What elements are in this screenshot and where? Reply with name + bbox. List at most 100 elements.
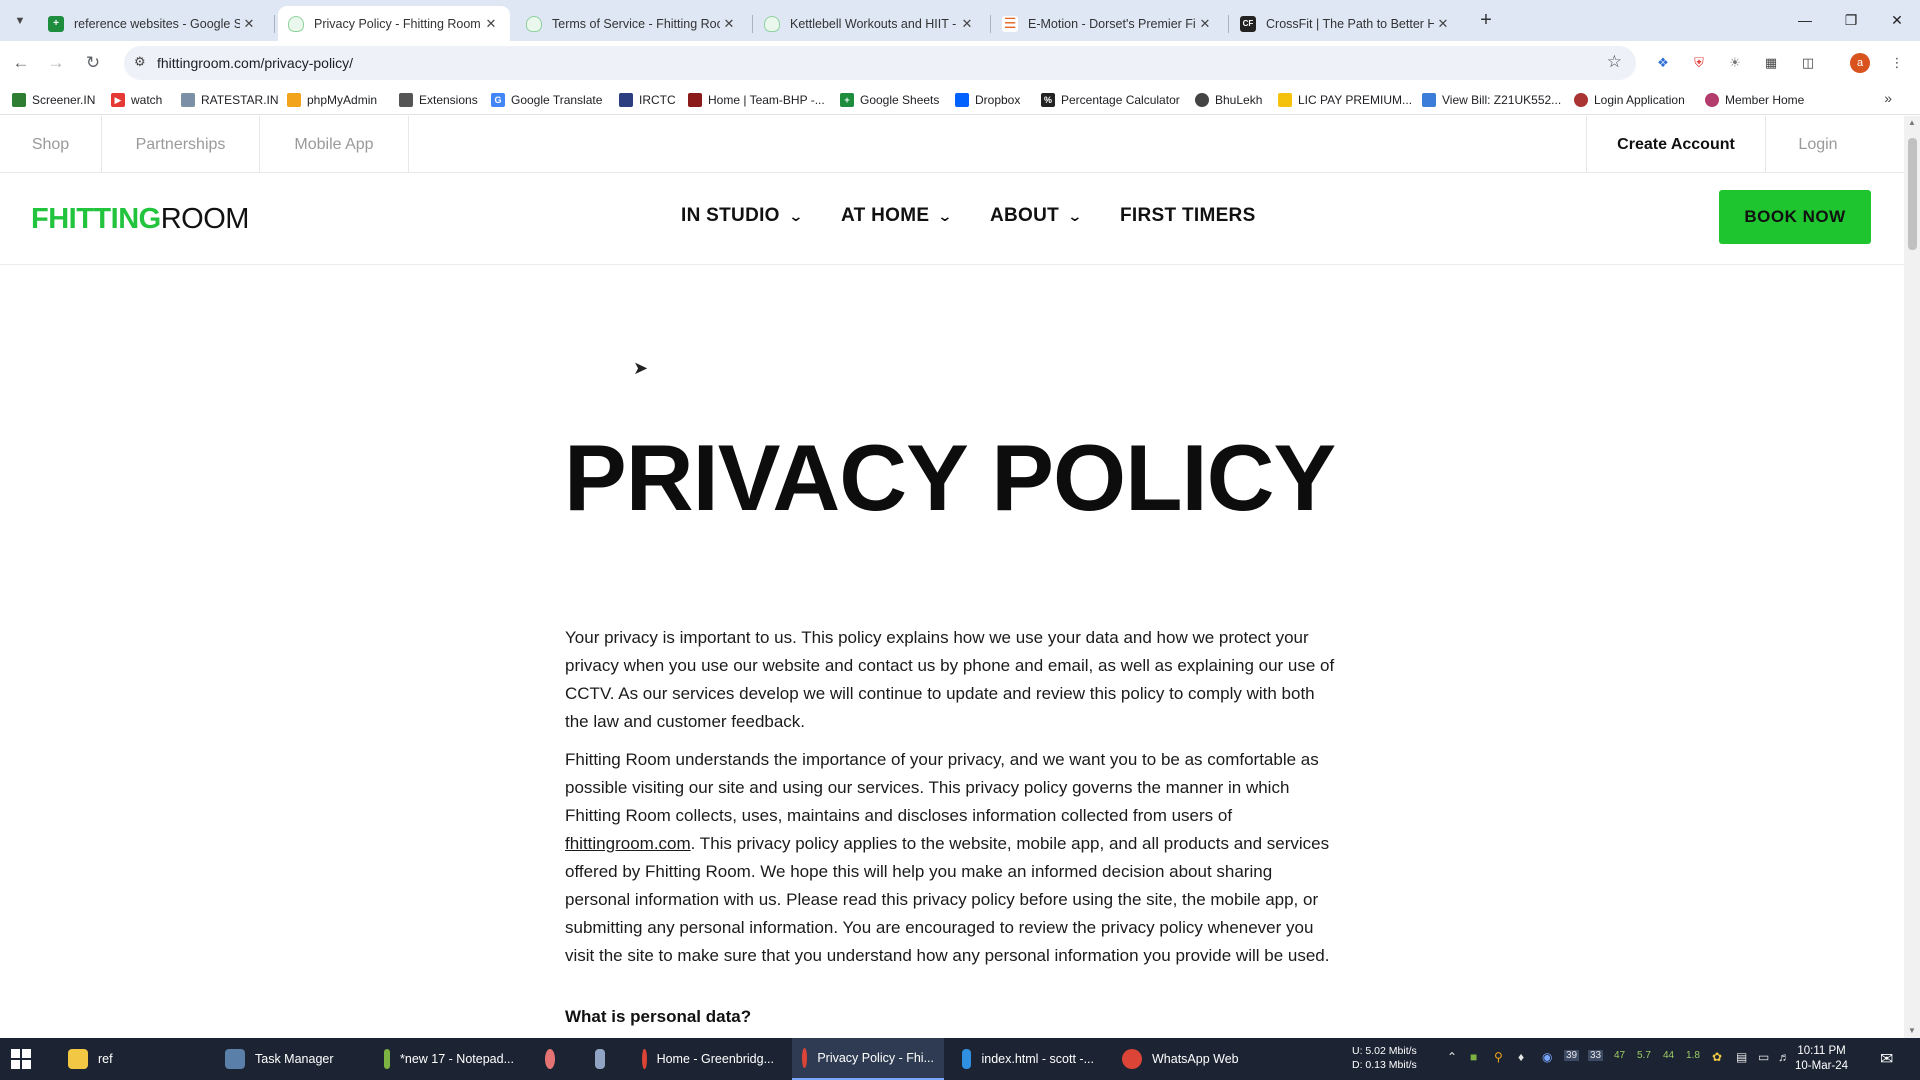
close-tab-icon[interactable]: ✕ — [240, 16, 258, 32]
member-icon — [1705, 93, 1719, 107]
bookmark-item[interactable]: Home | Team-BHP -... — [688, 91, 825, 109]
puzzle-icon[interactable]: ▦ — [1760, 52, 1782, 74]
site-info-icon[interactable]: ⚙ — [134, 54, 146, 70]
new-tab-button[interactable]: + — [1472, 8, 1500, 32]
taskbar-vscode[interactable]: index.html - scott -... — [952, 1038, 1104, 1080]
bookmarks-bar: Screener.IN ▶ watch RATESTAR.IN phpMyAdmi… — [0, 85, 1920, 115]
fhitting-room-icon — [288, 15, 304, 32]
taskbar-task-manager[interactable]: Task Manager — [215, 1038, 367, 1080]
bookmark-label: Extensions — [419, 93, 478, 107]
tray-app-icon[interactable]: ✿ — [1712, 1050, 1722, 1064]
document-icon — [595, 1049, 605, 1069]
create-account-link[interactable]: Create Account — [1586, 116, 1766, 173]
tab-search-chevron-icon[interactable]: ▼ — [8, 9, 32, 33]
volume-icon[interactable]: ♬ — [1778, 1050, 1790, 1064]
taskbar-chrome-active[interactable]: Privacy Policy - Fhi... — [792, 1038, 944, 1080]
tab-title: Terms of Service - Fhitting Roo — [552, 16, 720, 31]
back-icon[interactable]: ← — [8, 50, 34, 76]
close-tab-icon[interactable]: ✕ — [1434, 16, 1452, 32]
tray-app-icon[interactable]: ◉ — [1542, 1050, 1552, 1064]
bookmarks-overflow-icon[interactable]: » — [1884, 90, 1892, 106]
close-window-icon[interactable]: ✕ — [1874, 0, 1920, 40]
scrollbar-thumb[interactable] — [1908, 138, 1917, 250]
battery-icon[interactable]: ▤ — [1736, 1050, 1747, 1064]
bookmark-item[interactable]: Screener.IN — [12, 91, 95, 109]
policy-paragraph: Fhitting Room understands the importance… — [565, 746, 1335, 970]
notification-icon[interactable]: ✉ — [1880, 1049, 1893, 1069]
address-bar[interactable]: ⚙ fhittingroom.com/privacy-policy/ ☆ — [124, 46, 1636, 80]
site-link[interactable]: fhittingroom.com — [565, 834, 691, 853]
taskbar-explorer[interactable]: ref — [58, 1038, 208, 1080]
restore-icon[interactable]: ❐ — [1828, 0, 1874, 40]
nav-in-studio[interactable]: IN STUDIO ⌄ — [681, 205, 803, 227]
bookmark-item[interactable]: G Google Translate — [491, 91, 602, 109]
taskbar-app[interactable] — [585, 1038, 625, 1080]
forward-icon[interactable]: → — [43, 50, 69, 76]
page-scrollbar[interactable]: ▲ ▼ — [1904, 116, 1920, 1038]
bookmark-item[interactable]: Extensions — [399, 91, 478, 109]
taskbar-chrome[interactable]: Home - Greenbridg... — [632, 1038, 784, 1080]
task-manager-icon — [225, 1049, 245, 1069]
paragraph-text: . This privacy policy applies to the web… — [565, 834, 1330, 965]
shop-link[interactable]: Shop — [0, 116, 102, 173]
tray-counter: 47 — [1614, 1050, 1626, 1061]
nav-at-home[interactable]: AT HOME ⌄ — [841, 205, 953, 227]
tray-app-icon[interactable]: ♦ — [1518, 1050, 1524, 1064]
bookmark-item[interactable]: RATESTAR.IN — [181, 91, 279, 109]
bookmark-item[interactable]: LIC PAY PREMIUM... — [1278, 91, 1412, 109]
taskbar-label: WhatsApp Web — [1152, 1052, 1239, 1066]
windows-start-icon[interactable] — [11, 1049, 31, 1069]
menu-kebab-icon[interactable]: ⋮ — [1886, 52, 1908, 74]
minimize-icon[interactable]: — — [1782, 0, 1828, 40]
chrome-icon — [1122, 1049, 1142, 1069]
network-icon[interactable]: ▭ — [1758, 1050, 1769, 1064]
side-panel-icon[interactable]: ◫ — [1797, 52, 1819, 74]
browser-tab[interactable]: Terms of Service - Fhitting Roo ✕ — [516, 6, 748, 41]
close-tab-icon[interactable]: ✕ — [1196, 16, 1214, 32]
bookmark-item[interactable]: Member Home — [1705, 91, 1804, 109]
nav-first-timers[interactable]: FIRST TIMERS — [1120, 205, 1256, 227]
site-logo[interactable]: FHITTINGROOM — [31, 203, 249, 236]
close-tab-icon[interactable]: ✕ — [720, 16, 738, 32]
browser-tab[interactable]: + reference websites - Google Sh ✕ — [38, 6, 268, 41]
taskbar-notepad[interactable]: *new 17 - Notepad... — [374, 1038, 524, 1080]
bookmark-item[interactable]: + Google Sheets — [840, 91, 939, 109]
bookmark-item[interactable]: Login Application — [1574, 91, 1685, 109]
bookmark-label: Login Application — [1594, 93, 1685, 107]
shield-icon[interactable]: ⛨ — [1688, 52, 1710, 74]
bookmark-item[interactable]: IRCTC — [619, 91, 676, 109]
bookmark-item[interactable]: View Bill: Z21UK552... — [1422, 91, 1561, 109]
taskbar-app[interactable] — [535, 1038, 575, 1080]
tray-app-icon[interactable]: ■ — [1470, 1050, 1477, 1064]
bookmark-item[interactable]: phpMyAdmin — [287, 91, 377, 109]
bookmark-item[interactable]: ▶ watch — [111, 91, 162, 109]
mobile-app-link[interactable]: Mobile App — [260, 116, 409, 173]
scroll-down-icon[interactable]: ▼ — [1904, 1024, 1920, 1038]
search-icon[interactable]: ⚲ — [1494, 1050, 1503, 1064]
profile-avatar[interactable]: a — [1850, 53, 1870, 73]
bookmark-item[interactable]: Dropbox — [955, 91, 1020, 109]
bookmark-item[interactable]: BhuLekh — [1195, 91, 1262, 109]
system-clock[interactable]: 10:11 PM 10-Mar-24 — [1795, 1044, 1848, 1074]
book-now-button[interactable]: BOOK NOW — [1719, 190, 1871, 244]
browser-tab[interactable]: ☰ E-Motion - Dorset's Premier Fit ✕ — [992, 6, 1224, 41]
nav-about[interactable]: ABOUT ⌄ — [990, 205, 1083, 227]
extension-icon[interactable]: ❖ — [1652, 52, 1674, 74]
close-tab-icon[interactable]: ✕ — [958, 16, 976, 32]
nav-label: ABOUT — [990, 205, 1060, 226]
reload-icon[interactable]: ↻ — [80, 50, 106, 76]
close-tab-icon[interactable]: ✕ — [482, 16, 500, 32]
chevron-up-icon[interactable]: ⌃ — [1447, 1050, 1457, 1064]
login-link[interactable]: Login — [1766, 116, 1870, 173]
partnerships-link[interactable]: Partnerships — [102, 116, 260, 173]
bookmark-item[interactable]: % Percentage Calculator — [1041, 91, 1180, 109]
extension-bug-icon[interactable]: ☀ — [1724, 52, 1746, 74]
browser-tab-active[interactable]: Privacy Policy - Fhitting Room ✕ — [278, 6, 510, 41]
bookmark-star-icon[interactable]: ☆ — [1607, 52, 1622, 72]
scroll-up-icon[interactable]: ▲ — [1904, 116, 1920, 130]
taskbar-whatsapp[interactable]: WhatsApp Web — [1112, 1038, 1264, 1080]
taskbar-label: Privacy Policy - Fhi... — [817, 1051, 934, 1065]
browser-tab[interactable]: CF CrossFit | The Path to Better He ✕ — [1230, 6, 1462, 41]
browser-tab[interactable]: Kettlebell Workouts and HIIT - ✕ — [754, 6, 986, 41]
puzzle-icon — [399, 93, 413, 107]
